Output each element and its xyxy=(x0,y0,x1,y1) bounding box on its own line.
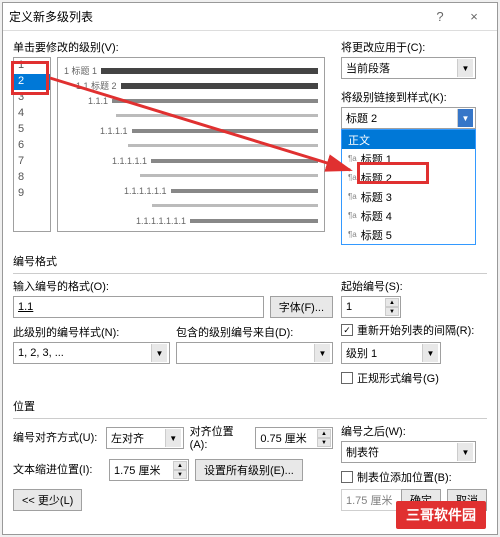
start-at-spinner[interactable]: 1 ▲▼ xyxy=(341,296,401,318)
level-item[interactable]: 7 xyxy=(14,154,50,170)
apply-to-combo[interactable]: 当前段落 ▼ xyxy=(341,57,476,79)
link-style-dropdown[interactable]: 正文¶a标题 1¶a标题 2¶a标题 3¶a标题 4¶a标题 5 xyxy=(341,129,476,245)
watermark: 三哥软件园 xyxy=(396,501,486,529)
level-item[interactable]: 6 xyxy=(14,138,50,154)
level-item[interactable]: 4 xyxy=(14,106,50,122)
link-style-option[interactable]: ¶a标题 1 xyxy=(342,149,475,168)
after-num-label: 编号之后(W): xyxy=(341,423,476,439)
indent-at-label: 文本缩进位置(I): xyxy=(13,461,103,477)
this-level-style-label: 此级别的编号样式(N): xyxy=(13,324,170,340)
level-item[interactable]: 8 xyxy=(14,170,50,186)
link-style-option[interactable]: ¶a标题 5 xyxy=(342,225,475,244)
chevron-down-icon: ▼ xyxy=(457,109,473,127)
preview-pane: 1 标题 11.1 标题 21.1.11.1.1.11.1.1.1.11.1.1… xyxy=(57,57,325,232)
apply-to-value: 当前段落 xyxy=(346,60,390,76)
chevron-down-icon: ▼ xyxy=(457,443,473,461)
level-item[interactable]: 5 xyxy=(14,122,50,138)
dialog-title: 定义新多级列表 xyxy=(9,8,423,25)
start-at-label: 起始编号(S): xyxy=(341,278,476,294)
indent-at-spinner[interactable]: 1.75 厘米 ▲▼ xyxy=(109,459,189,481)
font-button[interactable]: 字体(F)... xyxy=(270,296,333,318)
close-button[interactable]: × xyxy=(457,5,491,29)
level-item[interactable]: 1 xyxy=(14,58,50,74)
num-format-section: 编号格式 xyxy=(13,253,487,269)
chevron-down-icon: ▼ xyxy=(457,59,473,77)
set-all-button[interactable]: 设置所有级别(E)... xyxy=(195,459,303,481)
align-combo[interactable]: 左对齐 ▼ xyxy=(106,427,184,449)
level-item[interactable]: 2 xyxy=(14,74,50,90)
chevron-down-icon: ▼ xyxy=(165,429,181,447)
align-label: 编号对齐方式(U): xyxy=(13,429,100,445)
link-style-label: 将级别链接到样式(K): xyxy=(341,89,476,105)
link-style-option[interactable]: ¶a标题 3 xyxy=(342,187,475,206)
restart-checkbox[interactable]: ✓重新开始列表的间隔(R): xyxy=(341,322,476,338)
include-from-combo[interactable]: ▼ xyxy=(176,342,333,364)
help-button[interactable]: ? xyxy=(423,5,457,29)
dialog: 定义新多级列表 ? × 单击要修改的级别(V): 123456789 1 标题 … xyxy=(2,2,498,535)
level-list[interactable]: 123456789 xyxy=(13,57,51,232)
legal-checkbox[interactable]: 正规形式编号(G) xyxy=(341,370,476,386)
position-section: 位置 xyxy=(13,398,487,414)
chevron-down-icon: ▼ xyxy=(422,344,438,362)
level-style-combo[interactable]: 1, 2, 3, ... ▼ xyxy=(13,342,170,364)
after-num-combo[interactable]: 制表符 ▼ xyxy=(341,441,476,463)
less-button[interactable]: << 更少(L) xyxy=(13,489,82,511)
enter-format-label: 输入编号的格式(O): xyxy=(13,278,333,294)
link-style-option[interactable]: ¶a标题 4 xyxy=(342,206,475,225)
include-from-label: 包含的级别编号来自(D): xyxy=(176,324,333,340)
level-item[interactable]: 3 xyxy=(14,90,50,106)
link-style-value: 标题 2 xyxy=(346,110,377,126)
link-style-combo[interactable]: 标题 2 ▼ xyxy=(341,107,476,129)
apply-to-label: 将更改应用于(C): xyxy=(341,39,476,55)
tab-add-checkbox[interactable]: 制表位添加位置(B): xyxy=(341,469,476,485)
down-icon[interactable]: ▼ xyxy=(385,307,399,316)
click-level-label: 单击要修改的级别(V): xyxy=(13,39,333,55)
format-input[interactable]: 1.1 xyxy=(13,296,264,318)
link-style-option[interactable]: ¶a标题 2 xyxy=(342,168,475,187)
chevron-down-icon: ▼ xyxy=(151,344,167,362)
chevron-down-icon: ▼ xyxy=(314,344,330,362)
titlebar: 定义新多级列表 ? × xyxy=(3,3,497,31)
link-style-option[interactable]: 正文 xyxy=(342,130,475,149)
align-at-label: 对齐位置(A): xyxy=(190,423,250,451)
up-icon[interactable]: ▲ xyxy=(385,298,399,307)
restart-combo[interactable]: 级别 1 ▼ xyxy=(341,342,441,364)
align-at-spinner[interactable]: 0.75 厘米 ▲▼ xyxy=(255,427,333,449)
level-item[interactable]: 9 xyxy=(14,186,50,202)
